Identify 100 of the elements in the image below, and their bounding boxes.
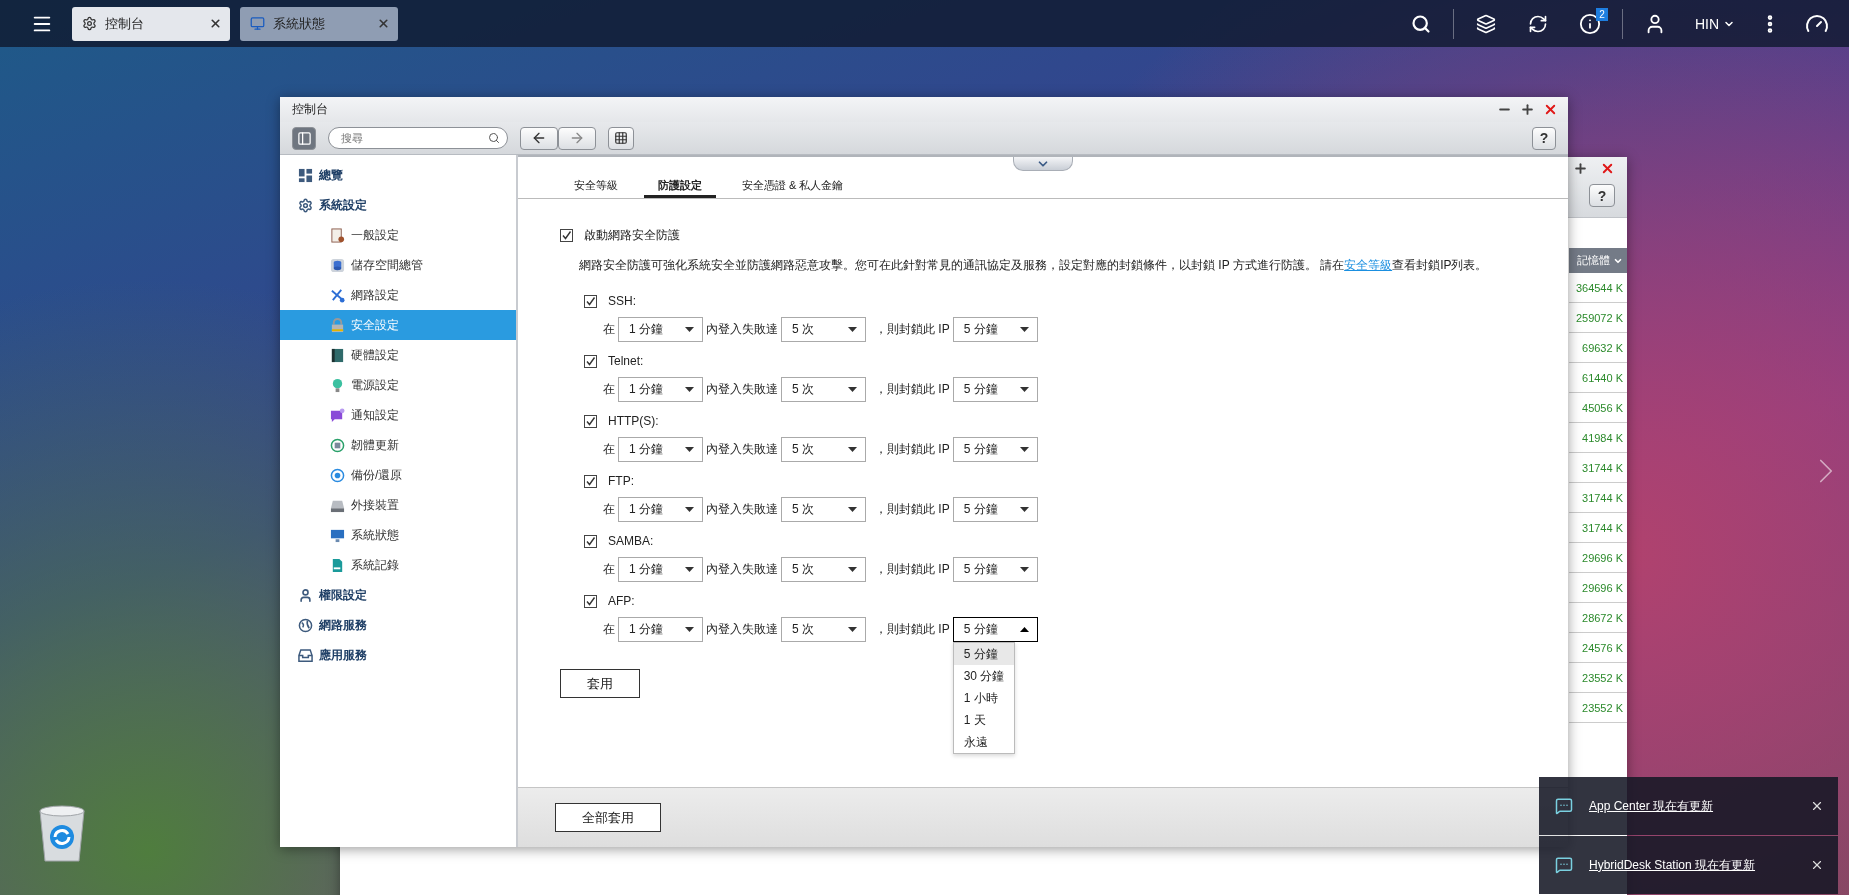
dropdown-select[interactable]: 5 分鐘 [952, 557, 1038, 582]
table-cell: 41984 K [1569, 423, 1627, 453]
caret-icon [685, 387, 694, 392]
dropdown-select[interactable]: 1 分鐘 [618, 557, 703, 582]
field-label: 在 [603, 381, 615, 398]
backup-icon [330, 467, 345, 483]
checkbox[interactable] [584, 354, 597, 368]
close-button[interactable] [1810, 799, 1824, 813]
sidebar-item[interactable]: 儲存空間總管 [280, 250, 516, 280]
service-label: HTTP(S): [608, 414, 659, 428]
sidebar-item[interactable]: 韌體更新 [280, 430, 516, 460]
info-icon[interactable] [1578, 12, 1601, 35]
sidebar-item[interactable]: 權限設定 [280, 580, 516, 610]
sidebar-item[interactable]: 硬體設定 [280, 340, 516, 370]
apply-all-button[interactable]: 全部套用 [555, 803, 661, 832]
dropdown-select[interactable]: 5 分鐘 [952, 437, 1038, 462]
field-label: 在 [603, 321, 615, 338]
maximize-button[interactable] [1520, 102, 1535, 117]
dropdown-select[interactable]: 5 分鐘 [952, 377, 1038, 402]
sidebar-item[interactable]: 通知設定 [280, 400, 516, 430]
app-tab[interactable]: 系統狀態 [240, 6, 398, 41]
sidebar-item[interactable]: 應用服務 [280, 640, 516, 670]
sidebar-item[interactable]: 總覽 [280, 160, 516, 190]
service-label: SSH: [608, 294, 636, 308]
notification-link[interactable]: HybridDesk Station 現在有更新 [1589, 856, 1794, 874]
checkbox[interactable] [584, 294, 597, 308]
checkbox[interactable] [584, 414, 597, 428]
dropdown-select[interactable]: 1 分鐘 [618, 617, 703, 642]
dropdown-option[interactable]: 永遠 [953, 731, 1014, 753]
dropdown-select[interactable]: 5 次 [781, 437, 866, 462]
checkbox[interactable] [584, 594, 597, 608]
sidebar-item[interactable]: 電源設定 [280, 370, 516, 400]
checkbox[interactable] [584, 474, 597, 488]
layers-icon[interactable] [1475, 13, 1496, 34]
maximize-button[interactable] [1573, 161, 1588, 176]
dropdown-option[interactable]: 30 分鐘 [953, 665, 1014, 687]
field-label: 在 [603, 501, 615, 518]
close-icon[interactable] [209, 17, 222, 30]
grid-icon [298, 167, 313, 183]
dropdown-select[interactable]: 5 分鐘 [952, 317, 1038, 342]
caret-icon [848, 627, 857, 632]
dropdown-select[interactable]: 5 分鐘 [952, 497, 1038, 522]
table-cell: 23552 K [1569, 663, 1627, 693]
caret-icon [685, 327, 694, 332]
service-label: AFP: [608, 594, 635, 608]
dropdown-select[interactable]: 1 分鐘 [618, 437, 703, 462]
sidebar-item[interactable]: 網路設定 [280, 280, 516, 310]
caret-icon [848, 567, 857, 572]
caret-icon [848, 447, 857, 452]
dropdown-select[interactable]: 1 分鐘 [618, 497, 703, 522]
table-cell: 259072 K [1569, 303, 1627, 333]
column-header[interactable]: 記憶體 [1569, 248, 1627, 273]
dropdown-option[interactable]: 1 小時 [953, 687, 1014, 709]
table-cell: 45056 K [1569, 393, 1627, 423]
dropdown-option[interactable]: 5 分鐘 [953, 643, 1014, 665]
caret-icon [848, 507, 857, 512]
checkbox[interactable] [560, 228, 573, 242]
link[interactable]: 安全等級 [1344, 258, 1393, 272]
dropdown-select[interactable]: 1 分鐘 [618, 317, 703, 342]
sidebar-item[interactable]: 系統記錄 [280, 550, 516, 580]
help-button[interactable]: ? [1589, 184, 1615, 207]
dropdown-select[interactable]: 5 次 [781, 317, 866, 342]
sidebar-toggle-button[interactable] [292, 126, 316, 150]
notification-link[interactable]: App Center 現在有更新 [1589, 797, 1794, 815]
app-tab[interactable]: 控制台 [72, 6, 230, 41]
dropdown-select[interactable]: 5 次 [781, 497, 866, 522]
inbox-icon [298, 647, 313, 663]
apply-button[interactable]: 套用 [560, 669, 640, 698]
close-button[interactable] [1810, 858, 1824, 872]
tab[interactable]: 安全等級 [560, 175, 632, 198]
sidebar-item[interactable]: 備份/還原 [280, 460, 516, 490]
sidebar-item[interactable]: 網路服務 [280, 610, 516, 640]
help-button[interactable]: ? [1532, 126, 1556, 150]
sidebar-item[interactable]: 系統設定 [280, 190, 516, 220]
dropdown-select[interactable]: 5 次 [781, 557, 866, 582]
sidebar-item[interactable]: 系統狀態 [280, 520, 516, 550]
sidebar-item[interactable]: 一般設定 [280, 220, 516, 250]
caret-icon [848, 387, 857, 392]
back-button[interactable] [520, 126, 558, 150]
dropdown-option[interactable]: 1 天 [953, 709, 1014, 731]
dropdown-select[interactable]: 5 次 [781, 617, 866, 642]
close-icon[interactable] [377, 17, 390, 30]
apps-grid-button[interactable] [608, 126, 634, 150]
search-field[interactable]: 搜尋 [328, 127, 508, 149]
sidebar-item[interactable]: 外接裝置 [280, 490, 516, 520]
sync-icon[interactable] [1527, 13, 1548, 34]
dropdown-select[interactable]: 1 分鐘 [618, 377, 703, 402]
dropdown-select[interactable]: 5 次 [781, 377, 866, 402]
field-label: 內登入失敗達 [706, 321, 778, 338]
search-icon[interactable] [1410, 13, 1431, 34]
tab[interactable]: 防護設定 [644, 175, 716, 198]
clipboard-icon [330, 227, 345, 243]
forward-button[interactable] [558, 126, 596, 150]
user-menu[interactable]: HIN [1686, 15, 1743, 32]
checkbox[interactable] [584, 534, 597, 548]
caret-icon [1019, 387, 1029, 392]
field-label: 在 [603, 621, 615, 638]
field-label: ，則封鎖此 IP [875, 441, 950, 458]
settings-icon [82, 16, 97, 31]
tab[interactable]: 安全憑證 & 私人金鑰 [728, 175, 858, 198]
